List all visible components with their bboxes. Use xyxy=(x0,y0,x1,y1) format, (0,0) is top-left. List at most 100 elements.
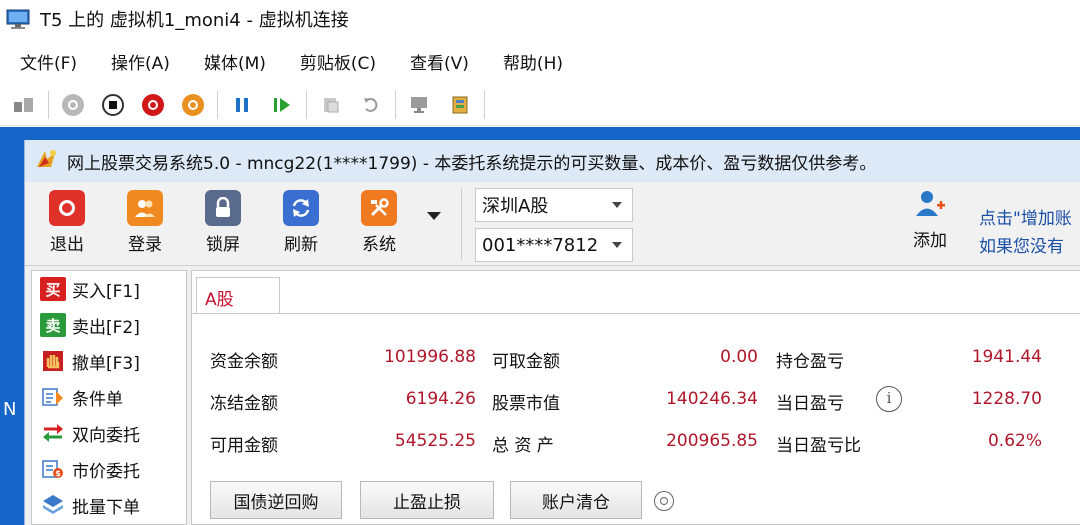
ctrl-alt-del-icon[interactable] xyxy=(10,91,38,119)
exit-label: 退出 xyxy=(50,235,84,255)
turn-off-icon[interactable] xyxy=(99,91,127,119)
nav-item-label: 条件单 xyxy=(72,389,123,410)
market-order-icon: $ xyxy=(40,457,66,481)
resume-icon[interactable] xyxy=(268,91,296,119)
reverse-repo-button[interactable]: 国债逆回购 xyxy=(210,481,342,519)
available-value: 54525.25 xyxy=(394,431,476,451)
menu-media[interactable]: 媒体(M) xyxy=(204,49,266,74)
toolbar-divider xyxy=(461,188,462,260)
frozen-value: 6194.26 xyxy=(405,389,476,409)
toolbar-separator xyxy=(306,90,307,119)
available-label: 可用金额 xyxy=(210,436,278,456)
position-pnl-value: 1941.44 xyxy=(971,347,1042,367)
balance-value: 101996.88 xyxy=(384,347,476,367)
system-button[interactable]: 系统 xyxy=(349,190,409,255)
buy-icon: 买 xyxy=(40,277,66,301)
login-label: 登录 xyxy=(128,235,162,255)
tab-a-shares[interactable]: A股 xyxy=(196,277,280,313)
toolbar-separator xyxy=(395,90,396,119)
menu-clipboard[interactable]: 剪贴板(C) xyxy=(300,49,376,74)
market-select[interactable]: 深圳A股 xyxy=(475,188,633,222)
nav-item-buy[interactable]: 买 买入[F1] xyxy=(32,271,186,307)
login-button[interactable]: 登录 xyxy=(115,190,175,255)
market-value-label: 股票市值 xyxy=(492,394,560,414)
refresh-label: 刷新 xyxy=(284,235,318,255)
chevron-down-icon xyxy=(612,242,622,248)
refresh-icon xyxy=(283,190,319,226)
nav-item-cancel-order[interactable]: 撤单[F3] xyxy=(32,343,186,379)
total-assets-label: 总 资 产 xyxy=(492,436,554,456)
share-icon[interactable] xyxy=(446,91,474,119)
enhanced-session-icon[interactable] xyxy=(406,91,434,119)
lock-screen-button[interactable]: 锁屏 xyxy=(193,190,253,255)
save-state-icon[interactable] xyxy=(179,91,207,119)
exit-button[interactable]: 退出 xyxy=(37,190,97,255)
chevron-down-icon xyxy=(612,202,622,208)
nav-item-label: 市价委托 xyxy=(72,461,140,482)
nav-item-market-order[interactable]: $ 市价委托 xyxy=(32,451,186,487)
account-select[interactable]: 001****7812 xyxy=(475,228,633,262)
lock-label: 锁屏 xyxy=(206,235,240,255)
funds-row: 可用金额 54525.25 总 资 产 200965.85 当日盈亏比 0.62… xyxy=(192,431,1080,461)
desktop-edge-text: N xyxy=(3,399,17,420)
total-assets-value: 200965.85 xyxy=(666,431,758,451)
nav-item-label: 卖出[F2] xyxy=(72,317,140,338)
info-icon[interactable]: i xyxy=(876,386,902,412)
monitor-icon xyxy=(6,8,30,30)
nav-item-conditional-order[interactable]: 条件单 xyxy=(32,379,186,415)
function-nav: 买 买入[F1] 卖 卖出[F2] 撤单[F3] 条件单 双向委托 $ 市价委托… xyxy=(31,270,187,525)
nav-item-label: 买入[F1] xyxy=(72,281,140,302)
users-icon xyxy=(127,190,163,226)
daily-pnl-ratio-label: 当日盈亏比 xyxy=(776,436,861,456)
vm-titlebar: T5 上的 虚拟机1_moni4 - 虚拟机连接 xyxy=(0,0,1080,38)
two-way-arrows-icon xyxy=(40,421,66,445)
vm-menubar: 文件(F) 操作(A) 媒体(M) 剪贴板(C) 查看(V) 帮助(H) xyxy=(0,42,1080,80)
funds-row: 冻结金额 6194.26 股票市值 140246.34 当日盈亏 i 1228.… xyxy=(192,386,1080,419)
power-icon xyxy=(49,190,85,226)
shutdown-icon[interactable] xyxy=(139,91,167,119)
clear-positions-button[interactable]: 账户清仓 xyxy=(510,481,642,519)
market-value-value: 140246.34 xyxy=(666,389,758,409)
nav-item-batch-order[interactable]: 批量下单 xyxy=(32,487,186,523)
stop-profit-loss-button[interactable]: 止盈止损 xyxy=(360,481,494,519)
start-icon[interactable] xyxy=(59,91,87,119)
cancel-hand-icon xyxy=(40,349,66,373)
nav-item-sell[interactable]: 卖 卖出[F2] xyxy=(32,307,186,343)
balance-label: 资金余额 xyxy=(210,352,278,372)
withdrawable-label: 可取金额 xyxy=(492,352,560,372)
menu-action[interactable]: 操作(A) xyxy=(111,49,170,74)
sell-icon: 卖 xyxy=(40,313,66,337)
account-summary-panel: A股 资金余额 101996.88 可取金额 0.00 持仓盈亏 1941.44… xyxy=(191,270,1080,525)
withdrawable-value: 0.00 xyxy=(720,347,758,367)
menu-help[interactable]: 帮助(H) xyxy=(503,49,563,74)
conditional-order-icon xyxy=(40,385,66,409)
toolbar-separator xyxy=(48,90,49,119)
menu-view[interactable]: 查看(V) xyxy=(410,49,469,74)
svg-text:$: $ xyxy=(55,469,61,478)
nav-item-two-way-order[interactable]: 双向委托 xyxy=(32,415,186,451)
add-account-hint-line2: 如果您没有 xyxy=(979,237,1064,257)
toolbar-separator xyxy=(217,90,218,119)
batch-order-icon xyxy=(40,493,66,517)
toolbar-separator xyxy=(484,90,485,119)
revert-icon[interactable] xyxy=(357,91,385,119)
add-account-hint-line1: 点击"增加账 xyxy=(979,209,1072,229)
more-dropdown-arrow-icon[interactable] xyxy=(427,212,441,220)
market-select-value: 深圳A股 xyxy=(482,196,549,217)
tools-icon xyxy=(361,190,397,226)
nav-item-label: 双向委托 xyxy=(72,425,140,446)
pause-icon[interactable] xyxy=(228,91,256,119)
checkpoint-icon[interactable] xyxy=(317,91,345,119)
daily-pnl-label: 当日盈亏 xyxy=(776,394,844,414)
position-pnl-label: 持仓盈亏 xyxy=(776,352,844,372)
add-user-icon xyxy=(913,188,947,224)
settings-gear-icon[interactable] xyxy=(654,491,674,511)
app-logo-icon xyxy=(33,147,59,175)
add-account-button[interactable]: 添加 xyxy=(905,188,955,251)
funds-row: 资金余额 101996.88 可取金额 0.00 持仓盈亏 1941.44 xyxy=(192,347,1080,377)
menu-file[interactable]: 文件(F) xyxy=(20,49,77,74)
refresh-button[interactable]: 刷新 xyxy=(271,190,331,255)
account-select-value: 001****7812 xyxy=(482,234,599,256)
daily-pnl-ratio-value: 0.62% xyxy=(987,431,1042,451)
system-label: 系统 xyxy=(362,235,396,255)
